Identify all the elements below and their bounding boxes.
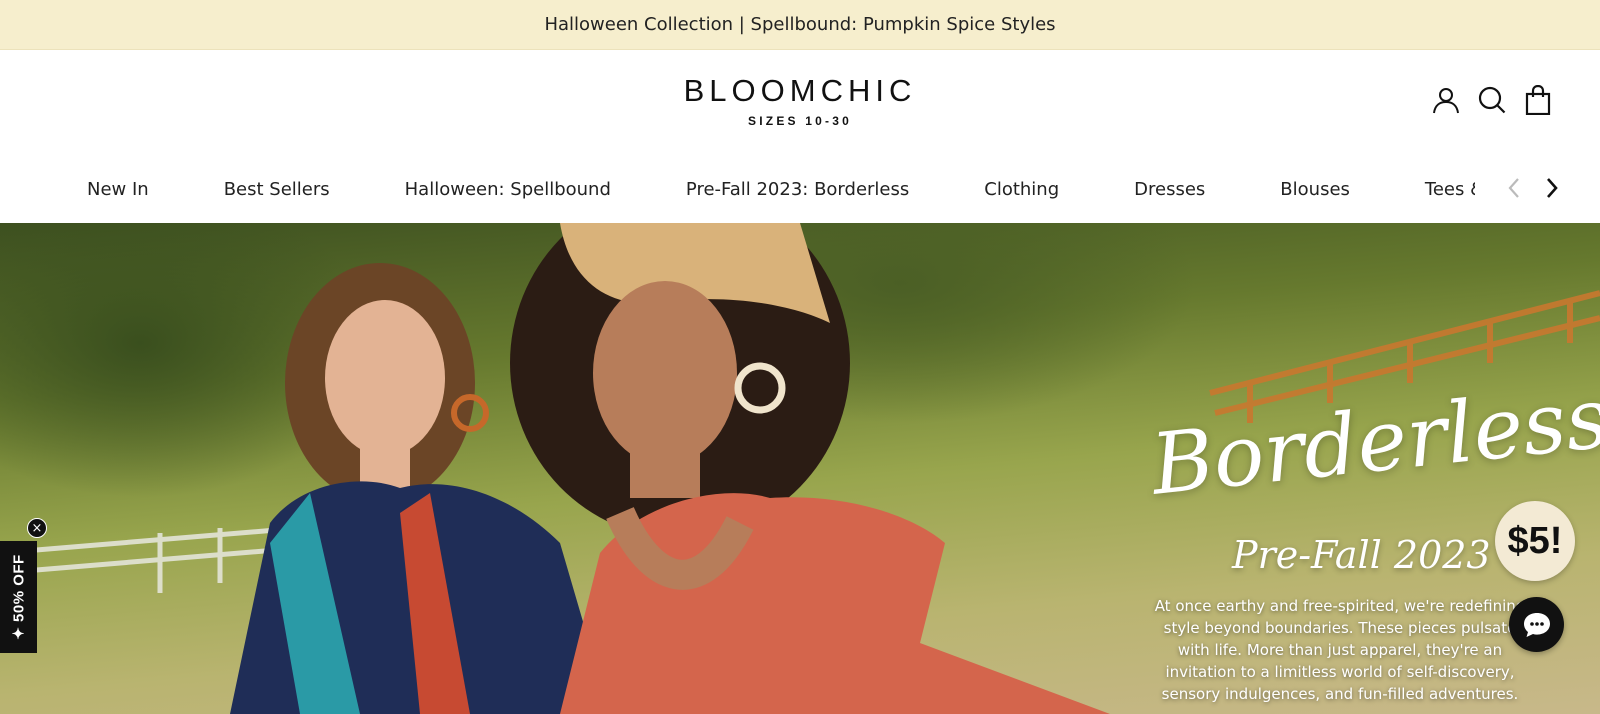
hero-description: At once earthy and free-spirited, we're … bbox=[1154, 597, 1526, 703]
logo-wordmark: BLOOMCHIC bbox=[683, 73, 917, 108]
search-icon[interactable] bbox=[1476, 84, 1508, 116]
announcement-bar[interactable]: Halloween Collection | Spellbound: Pumpk… bbox=[0, 0, 1600, 50]
discount-tab[interactable]: ✦ 50% OFF bbox=[0, 541, 37, 653]
nav-item-new-in[interactable]: New In bbox=[87, 179, 149, 200]
header-actions bbox=[1430, 84, 1554, 116]
hero-banner[interactable]: Borderless Pre-Fall 2023 At once earthy … bbox=[0, 223, 1600, 714]
account-icon[interactable] bbox=[1430, 84, 1462, 116]
close-icon[interactable]: × bbox=[27, 518, 47, 538]
shopping-bag-icon[interactable] bbox=[1522, 84, 1554, 116]
announcement-text[interactable]: Halloween Collection | Spellbound: Pumpk… bbox=[544, 14, 1055, 35]
nav-item-blouses[interactable]: Blouses bbox=[1280, 179, 1350, 200]
chevron-left-icon[interactable] bbox=[1504, 173, 1524, 203]
chat-bubble-icon[interactable] bbox=[1509, 597, 1564, 652]
nav-scroll-controls bbox=[1494, 173, 1562, 203]
main-navigation: New In Best Sellers Halloween: Spellboun… bbox=[0, 155, 1600, 224]
price-badge[interactable]: $5! bbox=[1495, 501, 1575, 581]
nav-item-clothing[interactable]: Clothing bbox=[984, 179, 1059, 200]
nav-item-halloween[interactable]: Halloween: Spellbound bbox=[405, 179, 611, 200]
nav-track: New In Best Sellers Halloween: Spellboun… bbox=[87, 155, 1475, 223]
logo-tagline: SIZES 10-30 bbox=[748, 114, 852, 128]
nav-item-pre-fall[interactable]: Pre-Fall 2023: Borderless bbox=[686, 179, 909, 200]
site-header: BLOOMCHIC SIZES 10-30 bbox=[0, 50, 1600, 155]
nav-item-best-sellers[interactable]: Best Sellers bbox=[224, 179, 330, 200]
nav-item-dresses[interactable]: Dresses bbox=[1134, 179, 1205, 200]
hero-subtitle: Pre-Fall 2023 bbox=[1232, 533, 1491, 577]
nav-item-tees[interactable]: Tees & S bbox=[1425, 179, 1475, 200]
chevron-right-icon[interactable] bbox=[1542, 173, 1562, 203]
discount-tab-label: ✦ 50% OFF bbox=[10, 554, 28, 640]
brand-logo[interactable]: BLOOMCHIC SIZES 10-30 bbox=[0, 73, 1600, 129]
